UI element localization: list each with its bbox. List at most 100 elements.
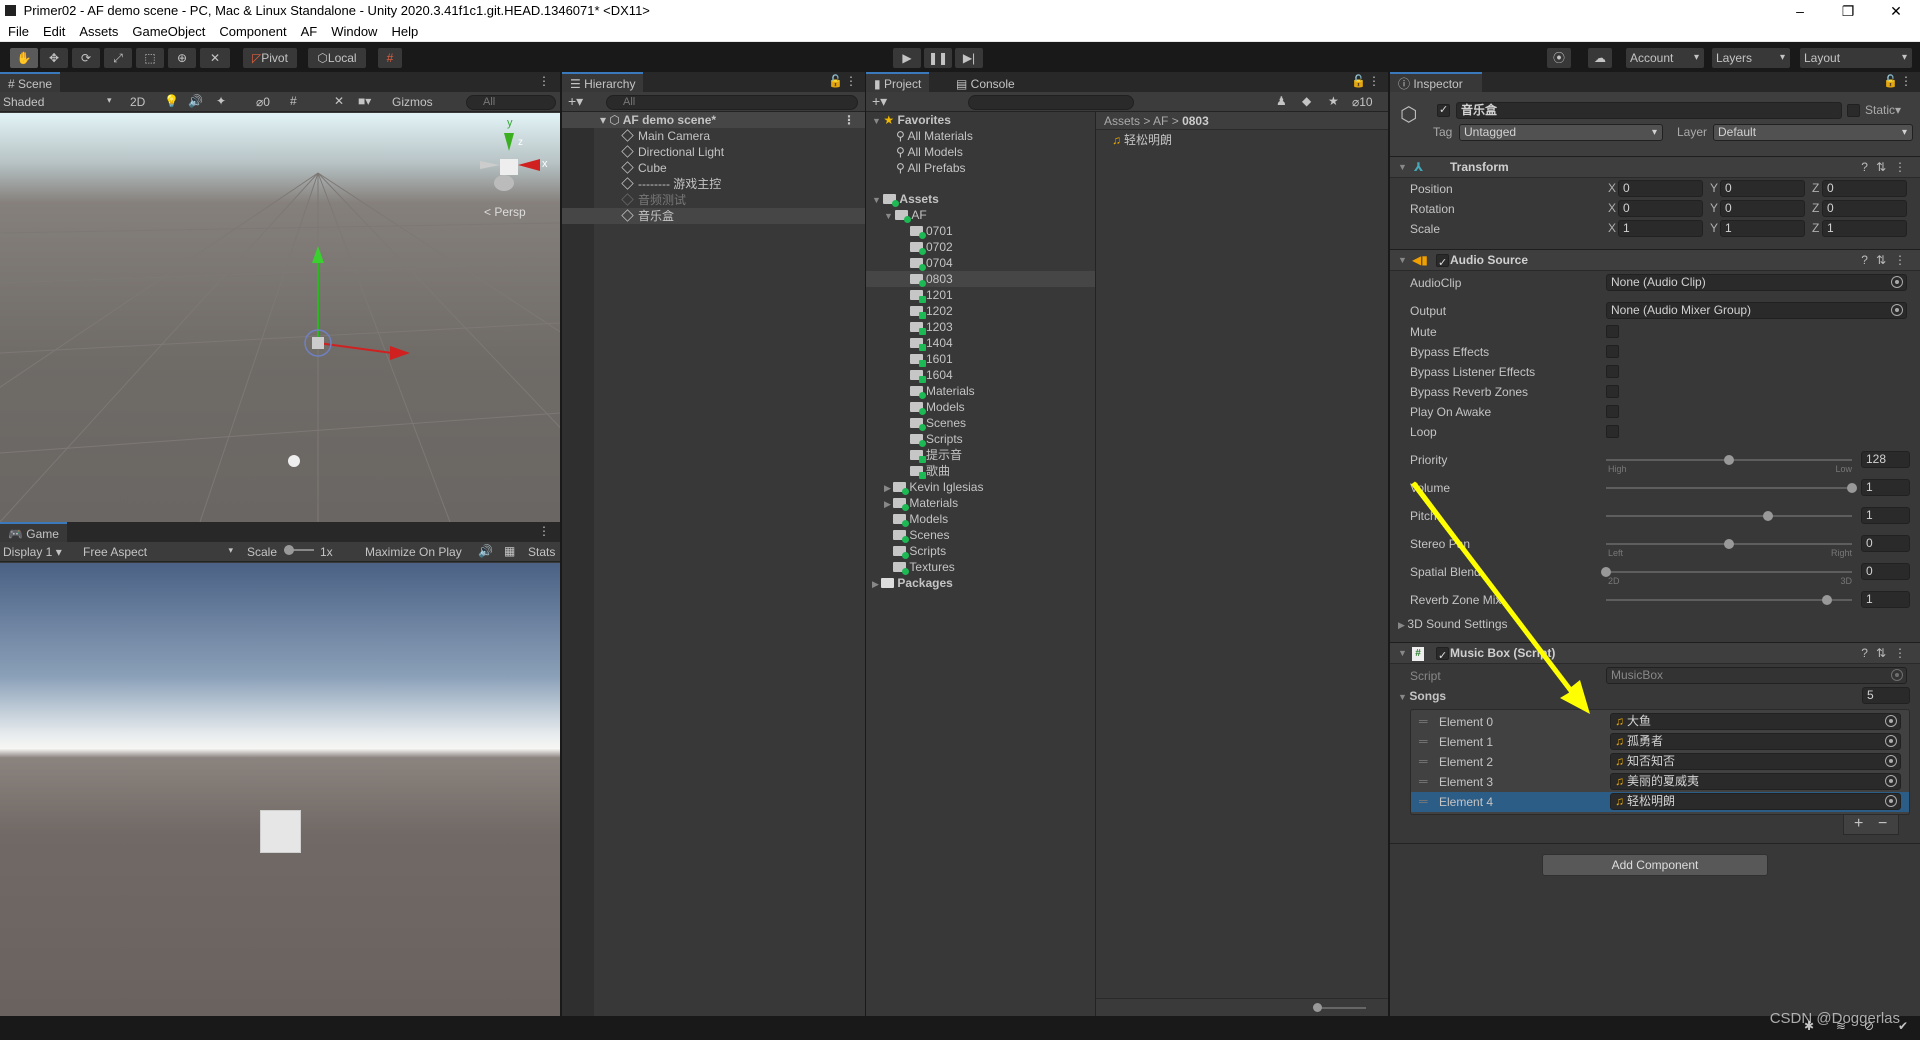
minimize-button[interactable]: – — [1780, 0, 1820, 22]
position-x-input[interactable]: 0 — [1618, 180, 1703, 197]
menu-help[interactable]: Help — [391, 24, 418, 39]
maximize-on-play-toggle[interactable]: Maximize On Play — [365, 545, 462, 559]
object-picker-icon[interactable] — [1885, 735, 1897, 747]
transform-tool-icon[interactable]: ⊕ — [168, 48, 196, 68]
folder-item[interactable]: ▶ Models — [866, 511, 1095, 527]
song-element-row[interactable]: ═ Element 1 ♫ 孤勇者 — [1411, 732, 1909, 752]
song-audio-clip-field[interactable]: ♫ 孤勇者 — [1610, 733, 1901, 750]
folder-item[interactable]: 1604 — [866, 367, 1095, 383]
mute-checkbox[interactable] — [1606, 325, 1619, 338]
hierarchy-item[interactable]: Cube — [562, 160, 865, 176]
folder-item[interactable]: 0701 — [866, 223, 1095, 239]
packages-folder[interactable]: ▶ Packages — [866, 575, 1095, 591]
drag-handle-icon[interactable]: ═ — [1419, 734, 1428, 748]
menu-window[interactable]: Window — [331, 24, 377, 39]
transform-header[interactable]: ▼ ⅄ Transform ?⇅⋮ — [1390, 156, 1920, 178]
scale-y-input[interactable]: 1 — [1720, 220, 1805, 237]
folder-item[interactable]: ▶ Kevin Iglesias — [866, 479, 1095, 495]
music-box-enabled-checkbox[interactable] — [1436, 646, 1449, 667]
remove-element-button[interactable]: − — [1878, 815, 1887, 833]
stats-toggle[interactable]: Stats — [528, 545, 555, 559]
songs-size-input[interactable]: 5 — [1862, 687, 1910, 704]
menu-component[interactable]: Component — [219, 24, 286, 39]
scale-slider[interactable] — [284, 545, 314, 555]
breadcrumb-assets[interactable]: Assets — [1104, 114, 1140, 128]
favorite-item[interactable]: ⚲ All Models — [866, 144, 1095, 160]
rotate-tool-icon[interactable]: ⟳ — [72, 48, 100, 68]
tab-inspector[interactable]: ⓘ Inspector — [1390, 72, 1482, 92]
object-picker-icon[interactable] — [1891, 304, 1903, 316]
gizmos-dropdown[interactable]: Gizmos — [392, 95, 433, 109]
position-z-input[interactable]: 0 — [1822, 180, 1907, 197]
tab-console[interactable]: ▤ Console — [948, 72, 1023, 92]
song-element-row[interactable]: ═ Element 3 ♫ 美丽的夏威夷 — [1411, 772, 1909, 792]
object-picker-icon[interactable] — [1885, 775, 1897, 787]
scene-search-input[interactable]: All — [466, 95, 556, 110]
hand-tool-icon[interactable]: ✋ — [10, 48, 38, 68]
add-element-button[interactable]: + — [1854, 815, 1863, 833]
audio-source-enabled-checkbox[interactable] — [1436, 253, 1449, 274]
folder-item[interactable]: 0702 — [866, 239, 1095, 255]
2d-toggle[interactable]: 2D — [130, 95, 145, 109]
scale-x-input[interactable]: 1 — [1618, 220, 1703, 237]
folder-item[interactable]: 提示音 — [866, 447, 1095, 463]
priority-slider[interactable] — [1606, 455, 1852, 465]
folder-item[interactable]: 1203 — [866, 319, 1095, 335]
folder-item[interactable]: 1601 — [866, 351, 1095, 367]
active-checkbox[interactable] — [1437, 103, 1450, 117]
pitch-slider[interactable] — [1606, 511, 1852, 521]
effects-icon[interactable]: ✦ — [216, 94, 226, 108]
object-picker-icon[interactable] — [1885, 755, 1897, 767]
folder-item[interactable]: Scenes — [866, 415, 1095, 431]
layout-dropdown[interactable]: Layout — [1800, 48, 1912, 68]
play-button[interactable]: ▶ — [893, 48, 921, 68]
song-audio-clip-field[interactable]: ♫ 知否知否 — [1610, 753, 1901, 770]
song-audio-clip-field[interactable]: ♫ 美丽的夏威夷 — [1610, 773, 1901, 790]
slider-value-input[interactable]: 1 — [1861, 591, 1910, 608]
volume-slider[interactable] — [1606, 483, 1857, 493]
drag-handle-icon[interactable]: ═ — [1419, 714, 1428, 728]
folder-item[interactable]: 歌曲 — [866, 463, 1095, 479]
hidden-packages-toggle[interactable]: ⌀10 — [1352, 95, 1373, 109]
lighting-icon[interactable]: 💡 — [164, 94, 179, 108]
drag-handle-icon[interactable]: ═ — [1419, 794, 1428, 808]
search-by-label-icon[interactable]: ◆ — [1302, 94, 1311, 108]
folder-item[interactable]: 0704 — [866, 255, 1095, 271]
audioclip-field[interactable]: None (Audio Clip) — [1606, 274, 1907, 291]
bypass-effects-checkbox[interactable] — [1606, 345, 1619, 358]
stereo-pan-slider[interactable] — [1606, 539, 1852, 549]
audio-icon[interactable]: 🔊 — [188, 94, 203, 108]
audio-source-header[interactable]: ▼◀▮Audio Source?⇅⋮ — [1390, 249, 1920, 274]
slider-knob[interactable] — [1822, 595, 1833, 605]
song-element-row[interactable]: ═ Element 4 ♫ 轻松明朗 — [1411, 792, 1909, 812]
camera-icon[interactable]: ■▾ — [358, 94, 371, 108]
game-viewport[interactable] — [0, 563, 560, 1016]
collab-icon[interactable]: ⦿ — [1547, 48, 1571, 68]
slider-value-input[interactable]: 1 — [1861, 507, 1910, 524]
hierarchy-item-selected[interactable]: 音乐盒 — [562, 208, 865, 224]
folder-item[interactable]: ▶ Textures — [866, 559, 1095, 575]
slider-knob[interactable] — [1847, 483, 1857, 493]
bypass-listener-effects-checkbox[interactable] — [1606, 365, 1619, 378]
folder-item[interactable]: ▶ Materials — [866, 495, 1095, 511]
scene-root[interactable]: ▾ ⬡ AF demo scene* ⋮ — [562, 112, 865, 128]
folder-item[interactable]: 0803 — [866, 271, 1095, 287]
lock-icon[interactable]: 🔓 — [1883, 74, 1898, 88]
af-folder[interactable]: ▼ AF — [866, 207, 1095, 223]
assets-folder[interactable]: ▼ Assets — [866, 191, 1095, 207]
scale-z-input[interactable]: 1 — [1822, 220, 1907, 237]
slider-value-input[interactable]: 128 — [1861, 451, 1910, 468]
grid-toggle-icon[interactable]: # — [290, 94, 297, 108]
rect-tool-icon[interactable]: ⬚ — [136, 48, 164, 68]
tab-project[interactable]: ▮ Project — [866, 72, 930, 92]
tab-game[interactable]: 🎮 Game — [0, 522, 67, 542]
persp-label[interactable]: < Persp — [484, 205, 526, 219]
static-checkbox[interactable] — [1847, 104, 1860, 117]
pause-button[interactable]: ❚❚ — [924, 48, 952, 68]
folder-item[interactable]: ▶ Scripts — [866, 543, 1095, 559]
step-button[interactable]: ▶| — [955, 48, 983, 68]
music-box-header[interactable]: ▼#Music Box (Script)?⇅⋮ — [1390, 642, 1920, 667]
rotation-x-input[interactable]: 0 — [1618, 200, 1703, 217]
restore-button[interactable]: ❐ — [1828, 0, 1868, 22]
more-icon[interactable]: ⋮ — [845, 74, 857, 88]
